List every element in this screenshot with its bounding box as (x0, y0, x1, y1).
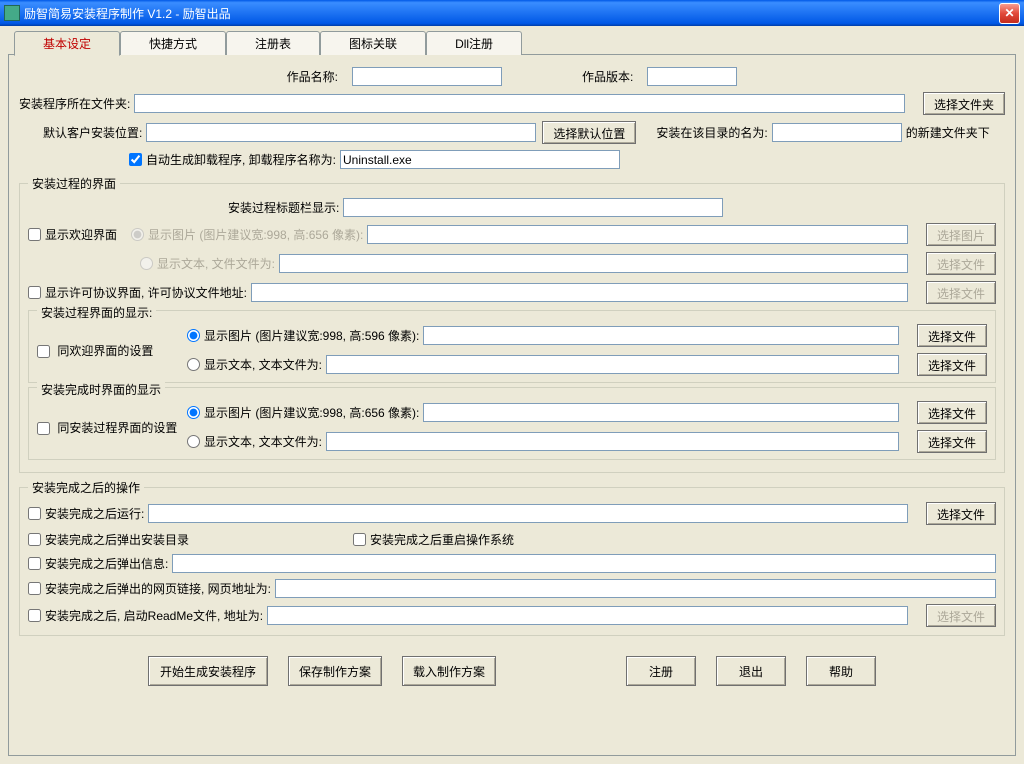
choose-welcome-image-button: 选择图片 (926, 223, 996, 246)
readme-checkbox[interactable] (28, 609, 41, 622)
choose-run-after-button[interactable]: 选择文件 (926, 502, 996, 525)
license-file-input[interactable] (251, 283, 908, 302)
product-name-input[interactable] (352, 67, 502, 86)
post-install-legend: 安装完成之后的操作 (28, 479, 144, 496)
open-folder-label: 安装完成之后弹出安装目录 (45, 531, 189, 548)
welcome-text-radio-label: 显示文本, 文件文件为: (157, 255, 275, 272)
load-plan-button[interactable]: 载入制作方案 (402, 656, 496, 686)
install-ui-legend: 安装过程的界面 (28, 175, 120, 192)
titlebar: 励智简易安装程序制作 V1.2 - 励智出品 ✕ (0, 0, 1024, 26)
same-as-welcome-checkbox[interactable] (37, 345, 50, 358)
uninstall-name-input[interactable] (340, 150, 620, 169)
auto-uninstall-checkbox[interactable] (129, 153, 142, 166)
choose-folder-button[interactable]: 选择文件夹 (923, 92, 1005, 115)
default-install-label: 默认客户安装位置: (43, 124, 142, 141)
show-welcome-checkbox[interactable] (28, 228, 41, 241)
install-dir-name-input[interactable] (772, 123, 902, 142)
same-as-welcome-label: 同欢迎界面的设置 (57, 344, 153, 358)
progress-image-radio-label: 显示图片 (图片建议宽:998, 高:596 像素): (204, 327, 419, 344)
default-install-input[interactable] (146, 123, 536, 142)
close-button[interactable]: ✕ (999, 3, 1020, 24)
help-button[interactable]: 帮助 (806, 656, 876, 686)
welcome-text-input[interactable] (279, 254, 908, 273)
choose-readme-button: 选择文件 (926, 604, 996, 627)
restart-label: 安装完成之后重启操作系统 (370, 531, 514, 548)
progress-image-input[interactable] (423, 326, 899, 345)
show-license-checkbox[interactable] (28, 286, 41, 299)
tab-shortcut[interactable]: 快捷方式 (120, 31, 226, 55)
tab-icon-assoc[interactable]: 图标关联 (320, 31, 426, 55)
popup-msg-checkbox[interactable] (28, 557, 41, 570)
install-dir-name-label: 安装在该目录的名为: (656, 124, 767, 141)
choose-progress-text-button[interactable]: 选择文件 (917, 353, 987, 376)
installer-folder-label: 安装程序所在文件夹: (19, 95, 130, 112)
complete-image-radio-label: 显示图片 (图片建议宽:998, 高:656 像素): (204, 404, 419, 421)
install-complete-group: 安装完成时界面的显示 同安装过程界面的设置 显示图片 (图片建议宽:998, 高… (28, 387, 996, 460)
show-license-label: 显示许可协议界面, 许可协议文件地址: (45, 284, 247, 301)
install-ui-group: 安装过程的界面 安装过程标题栏显示: 显示欢迎界面 显示图片 (图片建议宽:99… (19, 175, 1005, 473)
product-version-input[interactable] (647, 67, 737, 86)
popup-msg-input[interactable] (172, 554, 996, 573)
open-folder-checkbox[interactable] (28, 533, 41, 546)
welcome-text-radio (140, 257, 153, 270)
app-icon (4, 5, 20, 21)
choose-license-file-button: 选择文件 (926, 281, 996, 304)
welcome-image-radio (131, 228, 144, 241)
product-name-label: 作品名称: (287, 68, 338, 85)
choose-progress-image-button[interactable]: 选择文件 (917, 324, 987, 347)
tab-registry[interactable]: 注册表 (226, 31, 320, 55)
same-as-progress-label: 同安装过程界面的设置 (57, 421, 177, 435)
install-complete-legend: 安装完成时界面的显示 (37, 381, 165, 398)
window-title: 励智简易安装程序制作 V1.2 - 励智出品 (24, 5, 999, 22)
readme-input[interactable] (267, 606, 908, 625)
progress-image-radio[interactable] (187, 329, 200, 342)
show-welcome-label: 显示欢迎界面 (45, 226, 117, 243)
installer-folder-input[interactable] (134, 94, 905, 113)
tab-panel: 作品名称: 作品版本: 安装程序所在文件夹: 选择文件夹 默认客户安装位置: 选… (8, 54, 1016, 756)
run-after-label: 安装完成之后运行: (45, 505, 144, 522)
save-plan-button[interactable]: 保存制作方案 (288, 656, 382, 686)
progress-text-input[interactable] (326, 355, 899, 374)
progress-text-radio[interactable] (187, 358, 200, 371)
same-as-progress-checkbox[interactable] (37, 422, 50, 435)
choose-welcome-text-button: 选择文件 (926, 252, 996, 275)
install-progress-group: 安装过程界面的显示: 同欢迎界面的设置 显示图片 (图片建议宽:998, 高:5… (28, 310, 996, 383)
choose-complete-text-button[interactable]: 选择文件 (917, 430, 987, 453)
welcome-image-radio-label: 显示图片 (图片建议宽:998, 高:656 像素): (148, 226, 363, 243)
complete-text-radio-label: 显示文本, 文本文件为: (204, 433, 322, 450)
readme-label: 安装完成之后, 启动ReadMe文件, 地址为: (45, 607, 263, 624)
progress-text-radio-label: 显示文本, 文本文件为: (204, 356, 322, 373)
tab-dll-register[interactable]: Dll注册 (426, 31, 522, 55)
exit-button[interactable]: 退出 (716, 656, 786, 686)
bottom-button-bar: 开始生成安装程序 保存制作方案 载入制作方案 注册 退出 帮助 (19, 656, 1005, 686)
titlebar-display-input[interactable] (343, 198, 723, 217)
tab-bar: 基本设定 快捷方式 注册表 图标关联 Dll注册 (14, 30, 1016, 54)
choose-complete-image-button[interactable]: 选择文件 (917, 401, 987, 424)
install-progress-legend: 安装过程界面的显示: (37, 304, 156, 321)
complete-image-radio[interactable] (187, 406, 200, 419)
register-button[interactable]: 注册 (626, 656, 696, 686)
choose-default-button[interactable]: 选择默认位置 (542, 121, 636, 144)
post-install-group: 安装完成之后的操作 安装完成之后运行: 选择文件 安装完成之后弹出安装目录 安装… (19, 479, 1005, 636)
restart-checkbox[interactable] (353, 533, 366, 546)
complete-text-radio[interactable] (187, 435, 200, 448)
complete-image-input[interactable] (423, 403, 899, 422)
popup-msg-label: 安装完成之后弹出信息: (45, 555, 168, 572)
run-after-checkbox[interactable] (28, 507, 41, 520)
run-after-input[interactable] (148, 504, 908, 523)
welcome-image-input[interactable] (367, 225, 908, 244)
titlebar-display-label: 安装过程标题栏显示: (228, 199, 339, 216)
complete-text-input[interactable] (326, 432, 899, 451)
start-build-button[interactable]: 开始生成安装程序 (148, 656, 268, 686)
popup-link-input[interactable] (275, 579, 996, 598)
new-folder-suffix-label: 的新建文件夹下 (906, 124, 990, 141)
popup-link-label: 安装完成之后弹出的网页链接, 网页地址为: (45, 580, 271, 597)
auto-uninstall-label: 自动生成卸载程序, 卸载程序名称为: (146, 151, 336, 168)
product-version-label: 作品版本: (582, 68, 633, 85)
tab-basic[interactable]: 基本设定 (14, 31, 120, 56)
popup-link-checkbox[interactable] (28, 582, 41, 595)
